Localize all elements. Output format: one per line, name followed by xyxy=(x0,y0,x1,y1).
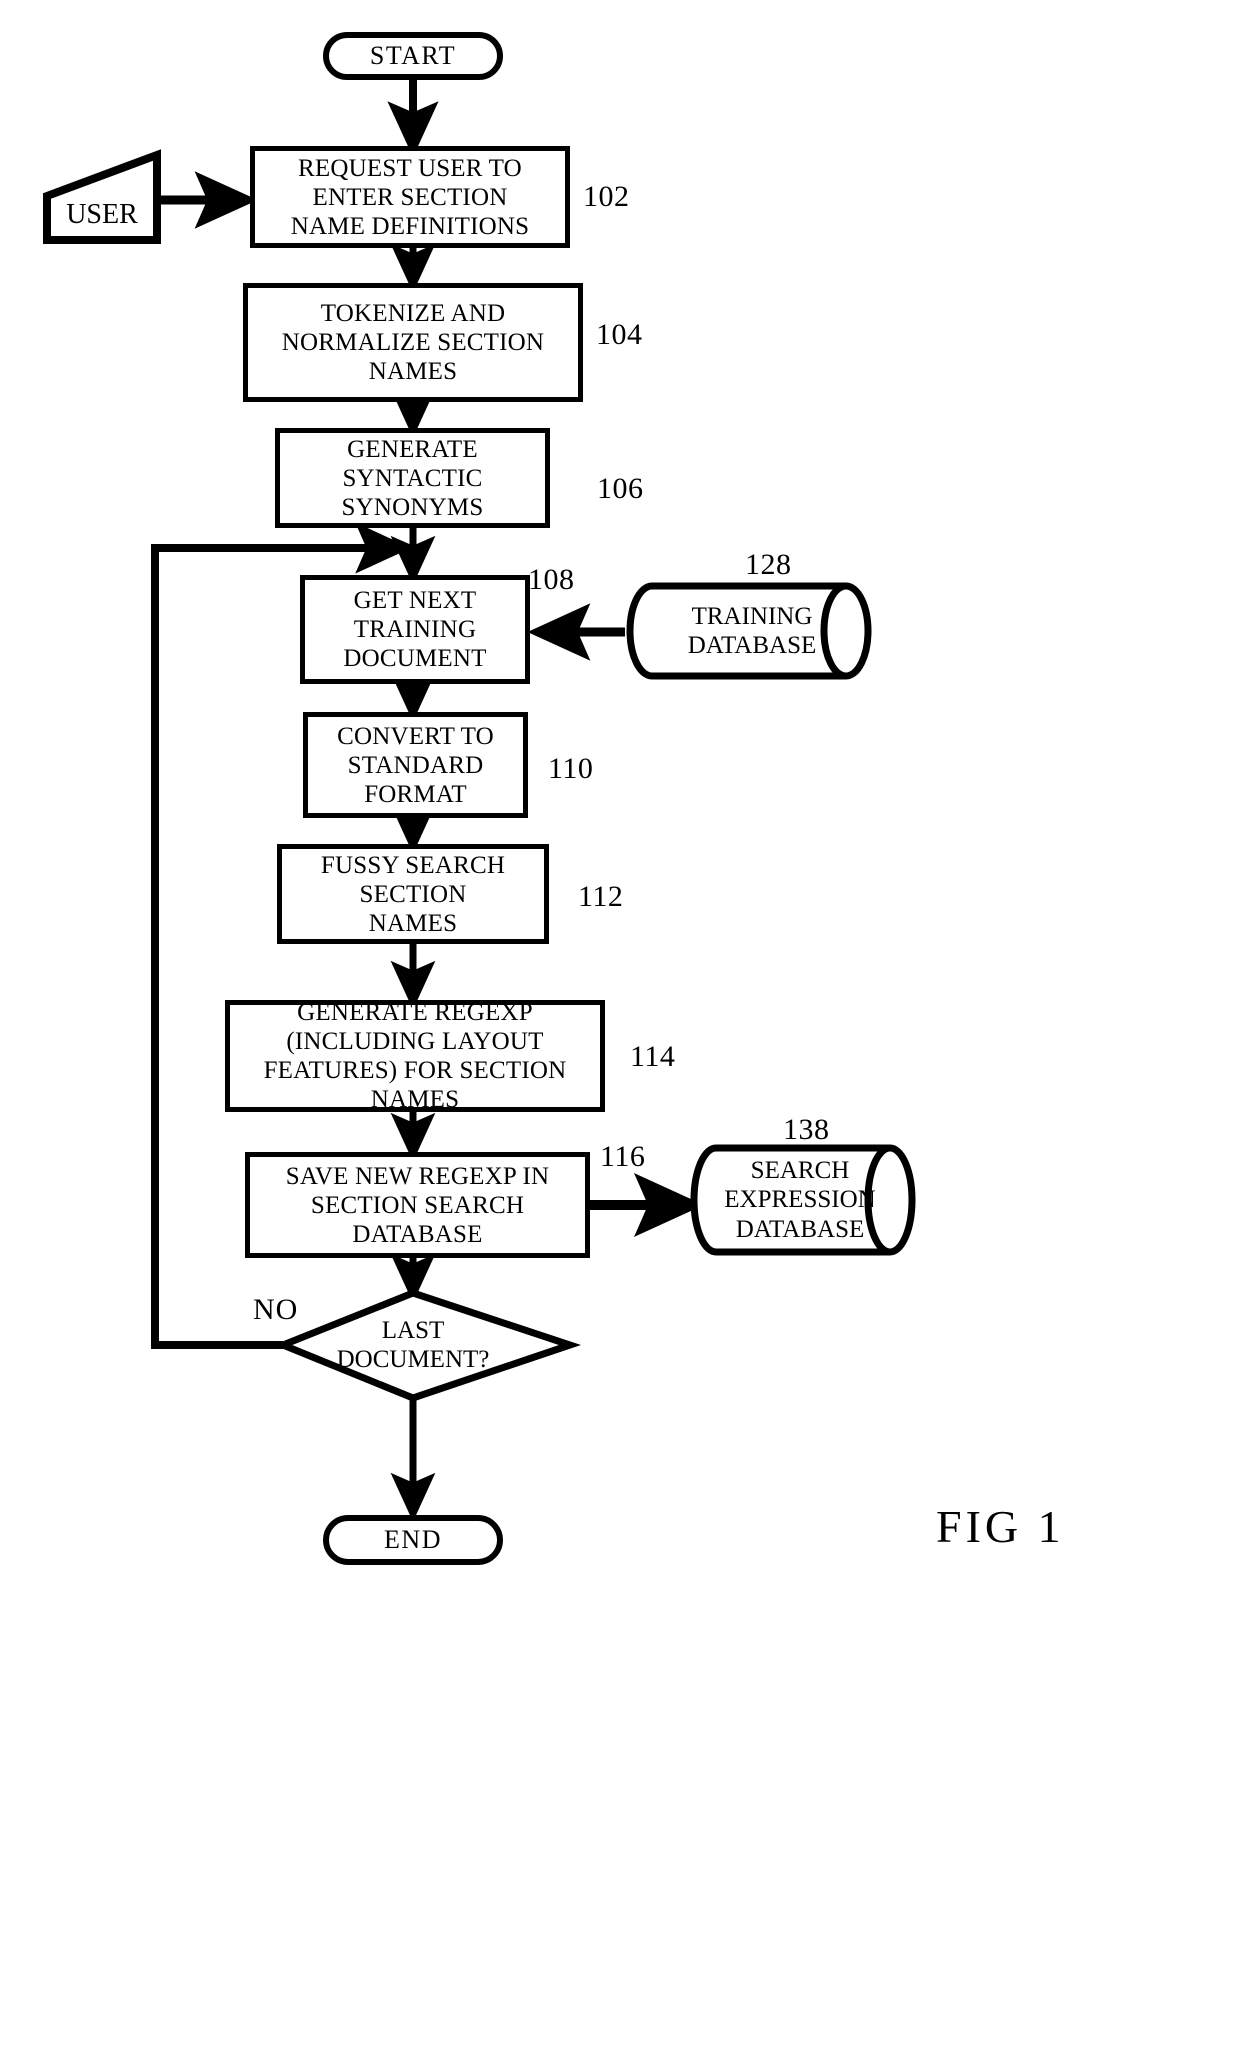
ref-128: 128 xyxy=(745,548,792,581)
process-get-next-document: GET NEXT TRAINING DOCUMENT xyxy=(300,575,530,684)
regexp-line-3: FEATURES) FOR SECTION xyxy=(263,1057,567,1084)
end-label: END xyxy=(384,1525,442,1554)
request-user-line-1: REQUEST USER TO xyxy=(298,154,522,182)
start-terminator: START xyxy=(323,32,503,80)
ref-138: 138 xyxy=(783,1113,830,1146)
regexp-line-2: (INCLUDING LAYOUT xyxy=(286,1028,544,1055)
tokenize-line-3: NAMES xyxy=(368,358,458,385)
process-generate-synonyms: GENERATE SYNTACTIC SYNONYMS xyxy=(275,428,550,528)
user-label: USER xyxy=(66,199,138,231)
fussy-line-3: NAMES xyxy=(368,909,458,937)
getnext-line-3: DOCUMENT xyxy=(343,645,487,672)
ref-116: 116 xyxy=(600,1140,646,1173)
getnext-line-2: TRAINING xyxy=(353,616,477,643)
ref-108: 108 xyxy=(528,563,575,596)
training-db-line-1: TRAINING xyxy=(691,602,813,630)
process-save-regexp: SAVE NEW REGEXP IN SECTION SEARCH DATABA… xyxy=(245,1152,590,1258)
fussy-line-1: FUSSY SEARCH xyxy=(320,851,506,879)
getnext-line-1: GET NEXT xyxy=(353,587,477,614)
ref-112: 112 xyxy=(578,880,624,913)
connector-layer xyxy=(43,80,916,1522)
regexp-line-1: GENERATE REGEXP xyxy=(297,999,533,1026)
ref-110: 110 xyxy=(548,752,594,785)
user-label-wrap: USER xyxy=(47,190,157,240)
training-db-line-2: DATABASE xyxy=(687,632,817,659)
search-expression-database-shape xyxy=(690,1144,916,1256)
synonyms-line-3: SYNONYMS xyxy=(341,493,484,521)
decision-line-1: LAST xyxy=(381,1316,445,1344)
ref-102: 102 xyxy=(583,180,630,213)
synonyms-line-1: GENERATE xyxy=(347,435,478,463)
ref-104: 104 xyxy=(596,318,643,351)
convert-line-1: CONVERT TO xyxy=(337,722,494,750)
process-convert-format: CONVERT TO STANDARD FORMAT xyxy=(303,712,528,818)
ref-106: 106 xyxy=(597,472,644,505)
process-request-user: REQUEST USER TO ENTER SECTION NAME DEFIN… xyxy=(250,146,570,248)
decision-no-label: NO xyxy=(253,1293,299,1326)
ref-114: 114 xyxy=(630,1040,676,1073)
decision-shape xyxy=(273,1289,582,1402)
search-db-line-2: EXPRESSION xyxy=(724,1186,876,1214)
fussy-line-2: SECTION xyxy=(359,880,467,908)
tokenize-line-1: TOKENIZE AND xyxy=(320,300,506,327)
request-user-line-3: NAME DEFINITIONS xyxy=(290,212,530,240)
synonyms-line-2: SYNTACTIC xyxy=(342,464,483,492)
search-db-line-3: DATABASE xyxy=(735,1215,865,1243)
convert-line-2: STANDARD xyxy=(347,751,484,779)
save-line-2: SECTION SEARCH xyxy=(310,1191,525,1219)
process-generate-regexp: GENERATE REGEXP (INCLUDING LAYOUT FEATUR… xyxy=(225,999,605,1113)
training-database-shape xyxy=(626,582,872,680)
request-user-line-2: ENTER SECTION xyxy=(312,183,508,211)
save-line-1: SAVE NEW REGEXP IN xyxy=(285,1162,550,1190)
process-fussy-search: FUSSY SEARCH SECTION NAMES xyxy=(277,844,549,944)
training-database-label-wrap: TRAINING DATABASE xyxy=(652,586,852,676)
search-expression-database-label-wrap: SEARCH EXPRESSION DATABASE xyxy=(700,1150,900,1250)
convert-line-3: FORMAT xyxy=(364,780,467,808)
search-db-line-1: SEARCH xyxy=(750,1156,850,1184)
decision-line-2: DOCUMENT? xyxy=(336,1346,490,1373)
save-line-3: DATABASE xyxy=(352,1220,483,1248)
figure-caption: FIG 1 xyxy=(936,1501,1065,1552)
end-terminator: END xyxy=(323,1515,503,1565)
regexp-line-4: NAMES xyxy=(370,1086,460,1113)
tokenize-line-2: NORMALIZE SECTION xyxy=(281,329,545,356)
flowchart-figure: START USER REQUEST USER TO ENTER SECTION… xyxy=(0,0,1240,2060)
user-shape xyxy=(43,149,161,244)
decision-label-wrap: LAST DOCUMENT? xyxy=(313,1305,513,1385)
start-label: START xyxy=(369,41,457,70)
process-tokenize: TOKENIZE AND NORMALIZE SECTION NAMES xyxy=(243,283,583,402)
